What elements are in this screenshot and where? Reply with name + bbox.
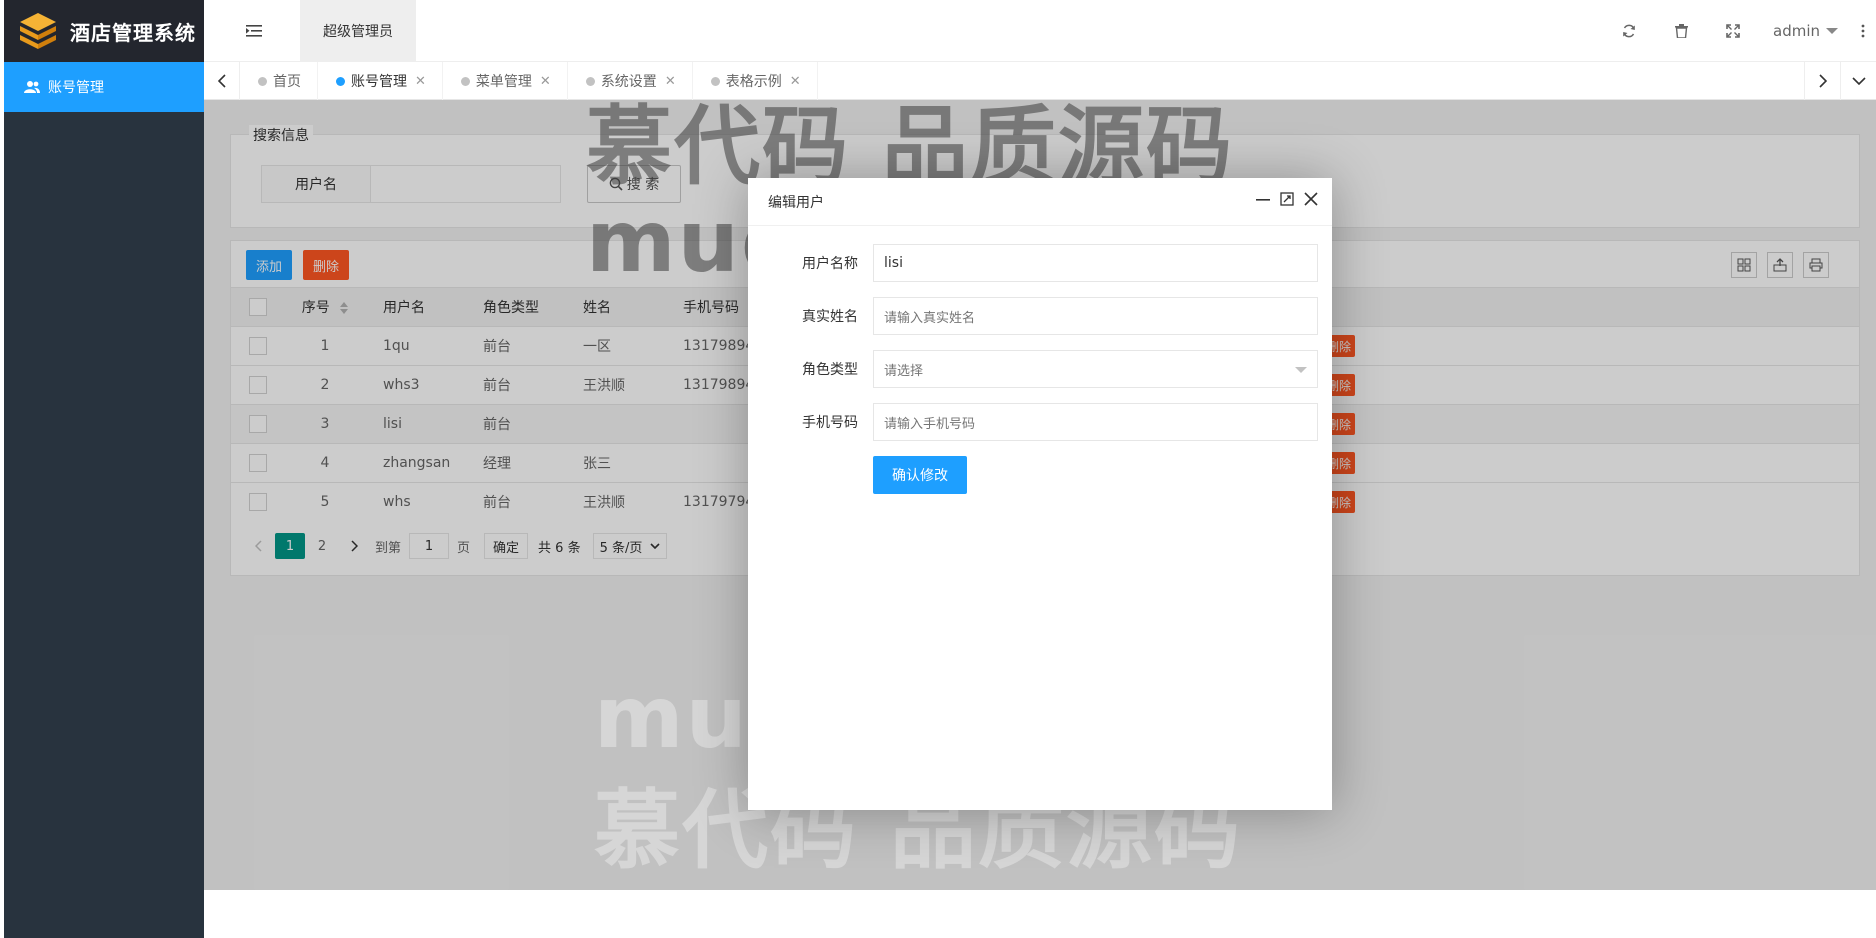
- dialog-title: 编辑用户: [748, 178, 1332, 226]
- chevron-left-icon: [217, 74, 226, 88]
- tab-dot: [585, 76, 595, 86]
- phone-row: 手机号码 请输入手机号码: [748, 403, 1332, 441]
- fullscreen-icon: [1726, 24, 1740, 38]
- tab-label: 系统设置: [600, 74, 657, 90]
- role-label: 角色类型: [802, 362, 858, 378]
- header-tools: admin: [1603, 0, 1876, 62]
- tab-label: 账号管理: [351, 74, 407, 90]
- tab-menu[interactable]: 菜单管理 ✕: [443, 62, 568, 100]
- tab-label: 表格示例: [725, 74, 782, 90]
- close-icon[interactable]: ✕: [790, 74, 801, 89]
- realname-field[interactable]: 请输入真实姓名: [873, 297, 1318, 335]
- clear-cache-button[interactable]: [1655, 0, 1707, 62]
- refresh-icon: [1623, 24, 1635, 38]
- tab-dot: [336, 76, 345, 86]
- role-select[interactable]: 请选择: [873, 350, 1318, 388]
- phone-field[interactable]: 请输入手机号码: [873, 403, 1318, 441]
- close-icon[interactable]: ✕: [665, 74, 676, 89]
- tab-home[interactable]: 首页: [240, 62, 318, 100]
- chevron-down-icon: [1295, 367, 1307, 373]
- tab-dot: [710, 76, 720, 86]
- close-icon[interactable]: ✕: [540, 74, 551, 89]
- chevron-down-icon: [1851, 77, 1866, 85]
- users-icon: [24, 81, 40, 93]
- tab-label: 首页: [273, 74, 301, 90]
- tab-scroll-left[interactable]: [204, 62, 240, 100]
- tab-scroll-right[interactable]: [1804, 62, 1840, 100]
- tab-bar: 首页 账号管理 ✕ 菜单管理 ✕ 系统设置 ✕ 表格示例 ✕: [204, 62, 1876, 100]
- user-menu[interactable]: admin: [1759, 0, 1850, 62]
- tab-list: 首页 账号管理 ✕ 菜单管理 ✕ 系统设置 ✕ 表格示例 ✕: [240, 62, 818, 100]
- tab-account[interactable]: 账号管理 ✕: [318, 62, 443, 100]
- tab-dot: [460, 76, 470, 86]
- tab-settings[interactable]: 系统设置 ✕: [568, 62, 693, 100]
- username-label: admin: [1773, 22, 1820, 40]
- realname-label: 真实姓名: [802, 309, 858, 325]
- fullscreen-button[interactable]: [1707, 0, 1759, 62]
- edit-user-dialog: 编辑用户 用户名称 lisi 真实姓名 请输入真实姓名 角色类型 请选择 手机号…: [748, 178, 1332, 810]
- chevron-right-icon: [1818, 74, 1827, 88]
- trash-icon: [1674, 24, 1688, 38]
- tab-dropdown[interactable]: [1840, 62, 1876, 100]
- role-label: 超级管理员: [300, 0, 416, 62]
- chevron-down-icon: [1826, 28, 1838, 34]
- minimize-icon[interactable]: [1256, 192, 1270, 206]
- tab-table-demo[interactable]: 表格示例 ✕: [693, 62, 818, 100]
- sidebar-item-label: 账号管理: [48, 80, 104, 96]
- sidebar: 酒店管理系统 账号管理: [4, 0, 204, 938]
- sidebar-item-account[interactable]: 账号管理: [4, 62, 204, 112]
- more-button[interactable]: [1850, 0, 1876, 62]
- username-label: 用户名称: [802, 256, 858, 272]
- confirm-edit-button[interactable]: 确认修改: [873, 456, 967, 494]
- username-row: 用户名称 lisi: [748, 244, 1332, 282]
- role-select-value: 请选择: [884, 363, 924, 379]
- logo: 酒店管理系统: [4, 0, 204, 62]
- tab-dot: [258, 76, 267, 86]
- close-icon[interactable]: ✕: [415, 74, 426, 89]
- logo-icon: [20, 13, 56, 49]
- app-title: 酒店管理系统: [70, 20, 196, 45]
- phone-label: 手机号码: [802, 415, 858, 431]
- maximize-icon[interactable]: [1280, 192, 1294, 206]
- menu-toggle-icon[interactable]: [246, 24, 262, 38]
- username-field[interactable]: lisi: [873, 244, 1318, 282]
- role-row: 角色类型 请选择: [748, 350, 1332, 388]
- top-header: 超级管理员 admin: [204, 0, 1876, 62]
- tab-right-tools: [1804, 62, 1876, 100]
- dialog-tools: [1256, 192, 1318, 206]
- close-icon[interactable]: [1304, 192, 1318, 206]
- more-vertical-icon: [1861, 24, 1865, 38]
- footer: [204, 890, 1876, 938]
- refresh-button[interactable]: [1603, 0, 1655, 62]
- tab-label: 菜单管理: [475, 74, 532, 90]
- realname-row: 真实姓名 请输入真实姓名: [748, 297, 1332, 335]
